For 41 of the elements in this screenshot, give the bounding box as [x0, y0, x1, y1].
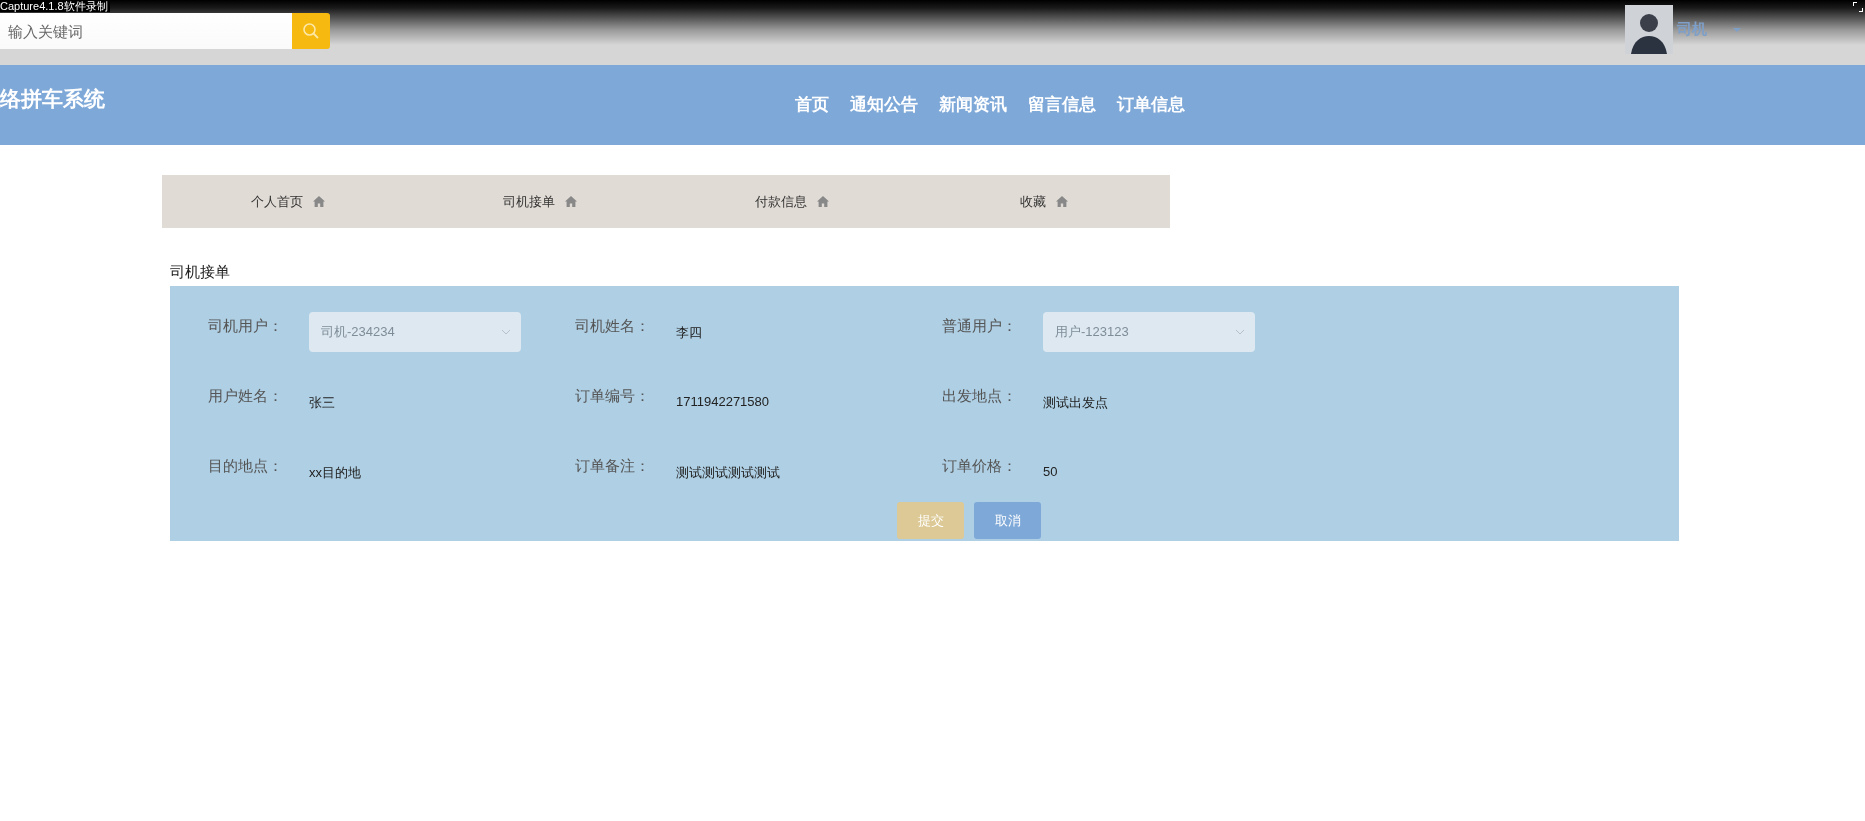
chevron-icon — [1235, 329, 1245, 335]
fullscreen-icon[interactable] — [1853, 2, 1863, 12]
nav-link[interactable]: 留言信息 — [1028, 93, 1096, 116]
house-icon — [313, 196, 325, 207]
field-label: 司机用户： — [208, 316, 284, 336]
nav-link[interactable]: 首页 — [795, 93, 829, 116]
house-icon — [817, 196, 829, 207]
field-value: 测试测试测试测试 — [676, 464, 780, 482]
field-value: 测试出发点 — [1043, 394, 1108, 412]
field-label: 出发地点： — [942, 386, 1018, 406]
chevron-icon — [501, 329, 511, 335]
field-value: 50 — [1043, 463, 1058, 479]
nav-link[interactable]: 通知公告 — [850, 93, 918, 116]
field-label: 普通用户： — [942, 316, 1018, 336]
field-value: 1711942271580 — [676, 393, 770, 409]
profile-tab[interactable]: 司机接单 — [414, 175, 666, 228]
form-title: 司机接单 — [170, 263, 230, 282]
house-icon — [1056, 196, 1068, 207]
field-label: 司机姓名： — [575, 316, 651, 336]
submit-button[interactable]: 提交 — [897, 502, 964, 539]
user-name[interactable]: 司机 — [1677, 20, 1707, 39]
cancel-button[interactable]: 取消 — [974, 502, 1041, 539]
field-label: 用户姓名： — [208, 386, 284, 406]
nav-link[interactable]: 订单信息 — [1117, 93, 1185, 116]
profile-tab[interactable]: 付款信息 — [666, 175, 918, 228]
field-label: 订单编号： — [575, 386, 651, 406]
nav-link[interactable]: 新闻资讯 — [939, 93, 1007, 116]
profile-tab[interactable]: 收藏 — [918, 175, 1170, 228]
field-value: 李四 — [676, 324, 702, 342]
search-field[interactable]: 输入关键词 — [0, 13, 292, 49]
recorder-label: Capture4.1.8软件录制 — [0, 0, 110, 12]
profile-tab[interactable]: 个人首页 — [162, 175, 414, 228]
field-label: 目的地点： — [208, 456, 284, 476]
field-value: xx目的地 — [309, 464, 361, 482]
avatar-icon[interactable] — [1625, 5, 1673, 54]
site-title: 络拼车系统 — [0, 86, 105, 112]
field-label: 订单价格： — [942, 456, 1018, 476]
field-label: 订单备注： — [575, 456, 651, 476]
search-icon — [302, 22, 320, 40]
field-value: 张三 — [309, 394, 335, 412]
house-icon — [565, 196, 577, 207]
